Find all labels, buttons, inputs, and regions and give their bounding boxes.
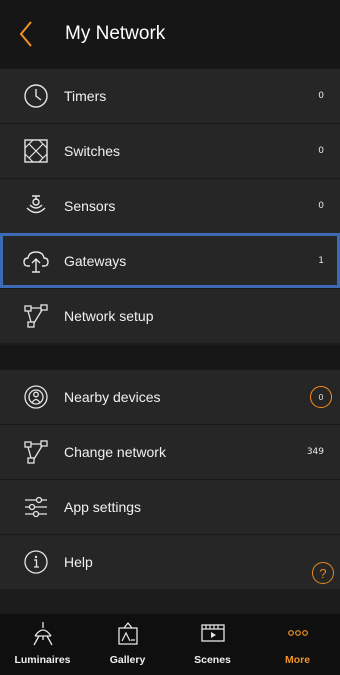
tab-label: Luminaires	[14, 654, 71, 666]
bottom-tab-bar: Luminaires Gallery Scenes More	[0, 614, 340, 675]
tab-label: More	[284, 654, 311, 666]
item-label: Help	[64, 554, 93, 570]
list-item-nearby-devices[interactable]: Nearby devices 0	[0, 369, 340, 424]
tab-more[interactable]: More	[255, 614, 340, 675]
list-item-help[interactable]: Help	[0, 534, 340, 589]
tab-label: Gallery	[109, 654, 146, 666]
item-label: Network setup	[64, 308, 154, 324]
switch-icon	[22, 137, 50, 165]
item-label: Sensors	[64, 198, 116, 214]
list-item-switches[interactable]: Switches 0	[0, 123, 340, 178]
tab-label: Scenes	[194, 654, 231, 666]
clock-icon	[22, 82, 50, 110]
chevron-left-icon	[19, 21, 32, 47]
count-badge: 0	[310, 386, 332, 408]
section-divider	[0, 345, 340, 369]
tab-luminaires[interactable]: Luminaires	[0, 614, 85, 675]
list-item-gateways[interactable]: Gateways 1	[0, 233, 340, 288]
tab-gallery[interactable]: Gallery	[85, 614, 170, 675]
sensor-icon	[22, 192, 50, 220]
tab-scenes[interactable]: Scenes	[170, 614, 255, 675]
luminaire-icon	[31, 620, 55, 646]
cloud-upload-icon	[22, 247, 50, 275]
nearby-icon	[22, 383, 50, 411]
item-count: 0	[318, 91, 324, 101]
item-count: 349	[306, 447, 324, 457]
list-item-network-setup[interactable]: Network setup	[0, 288, 340, 343]
list-item-change-network[interactable]: Change network 349	[0, 424, 340, 479]
list-item-timers[interactable]: Timers 0	[0, 68, 340, 123]
list-item-sensors[interactable]: Sensors 0	[0, 178, 340, 233]
app-header: My Network	[0, 0, 340, 68]
item-label: Switches	[64, 143, 121, 159]
item-label: Gateways	[64, 253, 127, 269]
more-icon	[285, 620, 311, 646]
network-list: Timers 0 Switches 0 Sensors 0 Gateways 1…	[0, 68, 340, 343]
gallery-icon	[116, 620, 140, 646]
network-nodes-icon	[22, 438, 50, 466]
item-label: Nearby devices	[64, 389, 161, 405]
item-label: Timers	[64, 88, 107, 104]
page-title: My Network	[65, 23, 166, 44]
help-fab-button[interactable]: ?	[312, 562, 334, 584]
sliders-icon	[22, 493, 50, 521]
info-icon	[22, 548, 50, 576]
question-icon: ?	[319, 565, 327, 581]
item-count: 0	[318, 201, 324, 211]
settings-list: Nearby devices 0 Change network 349 App …	[0, 369, 340, 589]
scenes-icon	[200, 620, 226, 646]
item-label: Change network	[64, 444, 166, 460]
item-count: 1	[318, 256, 324, 266]
item-count: 0	[318, 146, 324, 156]
item-label: App settings	[64, 499, 142, 515]
back-button[interactable]	[0, 0, 52, 68]
list-item-app-settings[interactable]: App settings	[0, 479, 340, 534]
network-nodes-icon	[22, 302, 50, 330]
